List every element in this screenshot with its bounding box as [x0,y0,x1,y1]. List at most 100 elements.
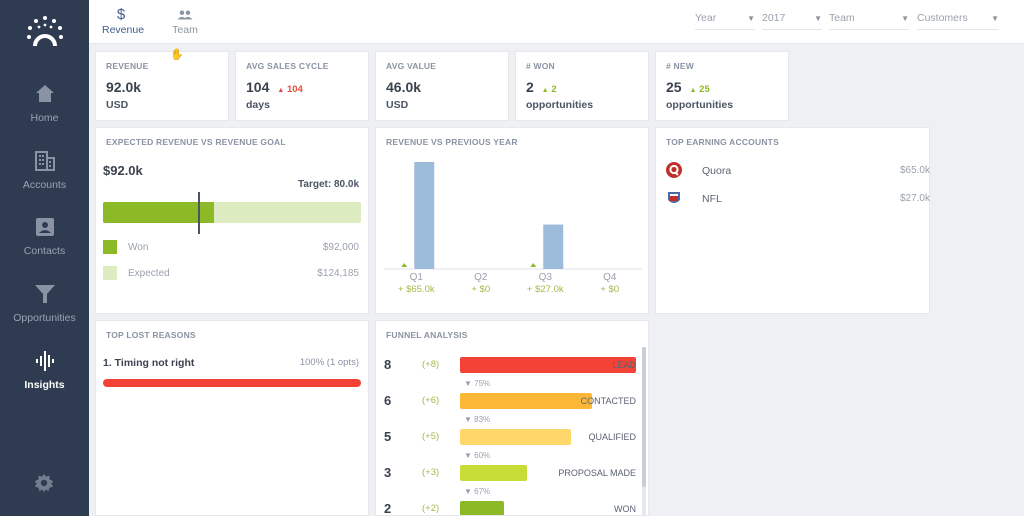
funnel-stage-won[interactable]: 2 (+2) WON [376,501,641,515]
tab-label: Revenue [102,24,145,36]
stage-label: WON [614,504,636,514]
team-select[interactable]: Team ▼ [829,12,909,30]
account-row-nfl[interactable]: NFL $27.0k [666,190,930,210]
funnel-analysis-card: FUNNEL ANALYSIS 8 (+8) LEAD ▼ 75% 6 (+6) CONTA… [375,320,649,516]
funnel-stage-qualified[interactable]: 5 (+5) QUALIFIED [376,429,641,447]
card-title: TOP EARNING ACCOUNTS [666,137,779,147]
up-arrow-icon: ▲ [689,87,697,94]
gear-icon[interactable] [33,472,55,494]
top-bar: $ Revenue Team Year ▼ 2017 ▼ Team ▼ Custome… [89,0,1024,44]
conversion-rate: ▼ 75% [464,379,491,388]
funnel-icon [34,285,55,303]
team-icon [177,10,193,20]
tab-revenue[interactable]: $ Revenue [102,6,144,36]
home-icon [35,85,54,102]
sidebar-item-label: Home [30,112,59,124]
filter-value: 2017 [762,12,786,24]
legend-label: Expected [128,268,170,279]
kpi-card-won: # WON 2 ▲ 2 opportunities [515,51,649,121]
revenue-bar-chart: Q1+ $65.0kQ2+ $0Q3+ $27.0kQ4+ $0 [384,162,642,295]
kpi-value: 46.0k [386,79,422,95]
up-arrow-icon: ▲ [277,87,285,94]
app-logo-icon[interactable] [26,14,64,50]
account-name: NFL [702,193,722,205]
hand-cursor-icon: ✋ [170,49,184,61]
funnel-stage-proposal-made[interactable]: 3 (+3) PROPOSAL MADE [376,465,641,483]
expected-legend-swatch [103,266,117,280]
stage-delta: (+8) [422,359,440,370]
kpi-delta: 25 [699,84,710,95]
kpi-unit: USD [106,99,129,111]
stage-count: 5 [384,429,392,444]
x-tick-label: Q1 [410,272,424,283]
quora-logo-icon [666,162,682,178]
dollar-icon: $ [116,6,126,23]
delta-label: + $0 [471,284,490,295]
sidebar-item-contacts[interactable]: Contacts [0,215,89,257]
revenue-amount: $92.0k [103,163,143,178]
funnel-stage-contacted[interactable]: 6 (+6) CONTACTED [376,393,641,411]
sidebar-item-home[interactable]: Home [0,82,89,124]
kpi-unit: USD [386,99,409,111]
sidebar-item-opportunities[interactable]: Opportunities [0,282,89,324]
kpi-unit: opportunities [526,99,594,111]
card-title: TOP LOST REASONS [106,330,196,340]
lost-reason-bar-track [103,379,361,387]
stage-bar [460,501,504,515]
conversion-rate: ▼ 60% [464,451,491,460]
kpi-unit: days [246,99,270,111]
delta-label: + $27.0k [527,284,564,295]
stage-label: QUALIFIED [588,432,636,442]
card-title: EXPECTED REVENUE VS REVENUE GOAL [106,137,286,147]
kpi-delta: 2 [551,84,557,95]
bar-q3[interactable] [543,224,564,269]
kpi-card-revenue: REVENUE 92.0k USD [95,51,229,121]
stage-bar [460,393,592,409]
kpi-title: # NEW [666,61,694,71]
year-type-select[interactable]: Year ▼ [695,12,755,30]
tab-label: Team [172,24,198,36]
contact-card-icon [35,218,54,236]
sidebar-item-insights[interactable]: Insights [0,349,89,391]
kpi-card-new: # NEW 25 ▲ 25 opportunities [655,51,789,121]
scrollbar-thumb[interactable] [642,347,646,487]
kpi-value: 104 [246,79,270,95]
up-marker-icon [530,263,537,267]
stage-bar [460,357,636,373]
card-title: FUNNEL ANALYSIS [386,330,468,340]
stage-label: CONTACTED [580,396,636,406]
kpi-value: 25 [666,79,682,95]
kpi-delta: 104 [286,84,303,95]
waveform-icon [35,351,54,371]
legend-value: $124,185 [317,268,359,279]
revenue-goal-card: EXPECTED REVENUE VS REVENUE GOAL $92.0k … [95,127,369,314]
stage-bar [460,429,571,445]
building-icon [34,151,55,171]
bar-q1[interactable] [414,162,435,269]
nfl-logo-icon [668,192,680,203]
stage-delta: (+3) [422,467,440,478]
stage-label: PROPOSAL MADE [558,468,636,478]
customers-select[interactable]: Customers ▼ [917,12,999,30]
account-row-quora[interactable]: Quora $65.0k [666,162,930,182]
stage-delta: (+2) [422,503,440,514]
caret-down-icon: ▼ [991,14,999,23]
filter-value: Team [829,12,855,24]
target-marker [198,192,200,234]
sidebar-item-accounts[interactable]: Accounts [0,149,89,191]
funnel-scrollbar[interactable] [642,347,646,515]
target-label: Target: 80.0k [298,179,359,190]
x-tick-label: Q4 [603,272,617,283]
tab-team[interactable]: Team [171,6,199,36]
lost-reason-stat: 100% (1 opts) [299,357,359,368]
year-select[interactable]: 2017 ▼ [762,12,822,30]
legend-value: $92,000 [322,242,359,253]
stage-bar [460,465,527,481]
goal-won-fill [103,202,214,223]
up-marker-icon [401,263,408,267]
stage-delta: (+6) [422,395,440,406]
revenue-vs-previous-year-card: REVENUE VS PREVIOUS YEAR Q1 + $65.0k Q2 + $… [375,127,649,314]
funnel-stage-lead[interactable]: 8 (+8) LEAD [376,357,641,375]
account-value: $27.0k [899,193,930,204]
sidebar-item-label: Insights [24,379,65,391]
